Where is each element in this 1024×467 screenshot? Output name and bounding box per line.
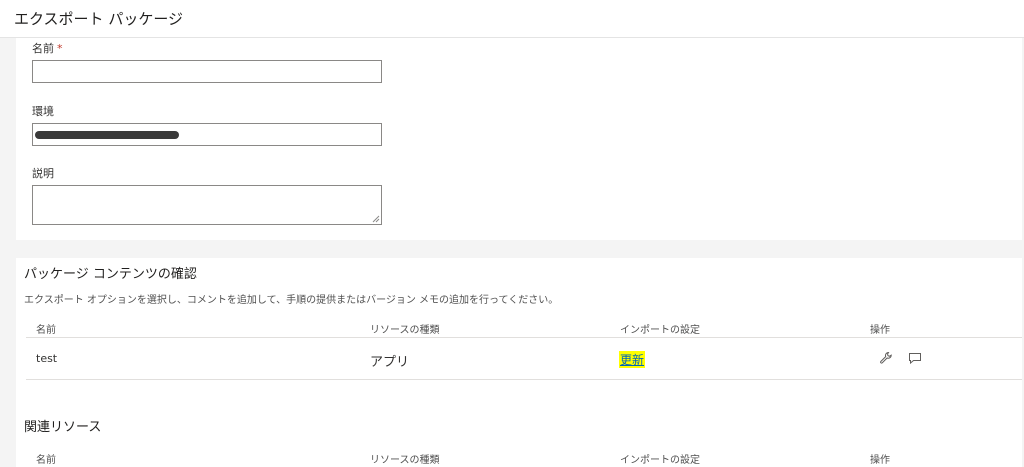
related-resources-title: 関連リソース xyxy=(24,420,102,435)
import-setting-link[interactable]: 更新 xyxy=(619,351,646,368)
description-field[interactable] xyxy=(32,185,382,225)
divider xyxy=(26,379,1022,380)
row-name: test xyxy=(36,352,58,365)
related-col-header-actions: 操作 xyxy=(870,455,890,466)
col-header-name: 名前 xyxy=(36,325,56,336)
name-field-box[interactable] xyxy=(32,60,382,83)
required-mark: * xyxy=(57,42,63,55)
related-col-header-name: 名前 xyxy=(36,455,56,466)
resize-grip-icon[interactable] xyxy=(372,215,380,223)
comment-icon[interactable] xyxy=(907,350,923,366)
wrench-icon[interactable] xyxy=(878,350,894,366)
name-field[interactable] xyxy=(33,62,381,83)
package-contents-section: パッケージ コンテンツの確認 エクスポート オプションを選択し、コメントを追加し… xyxy=(16,258,1022,467)
row-resource-type: アプリ xyxy=(370,355,410,370)
name-label-text: 名前 xyxy=(32,42,54,55)
col-header-actions: 操作 xyxy=(870,325,890,336)
package-contents-title: パッケージ コンテンツの確認 xyxy=(24,267,197,282)
package-contents-subtitle: エクスポート オプションを選択し、コメントを追加して、手順の提供またはバージョン… xyxy=(24,295,559,306)
package-form: 名前 * 環境 説明 xyxy=(16,38,1022,240)
col-header-resource-type: リソースの種類 xyxy=(370,325,440,336)
col-header-import-setting: インポートの設定 xyxy=(620,325,700,336)
page-title: エクスポート パッケージ xyxy=(14,10,184,28)
name-label: 名前 * xyxy=(32,40,63,56)
related-col-header-import-setting: インポートの設定 xyxy=(620,455,700,466)
related-col-header-resource-type: リソースの種類 xyxy=(370,455,440,466)
divider xyxy=(26,337,1022,338)
redacted-value xyxy=(35,131,179,139)
environment-field[interactable] xyxy=(32,123,382,146)
description-label: 説明 xyxy=(32,167,54,180)
environment-label: 環境 xyxy=(32,105,54,118)
header-bar: エクスポート パッケージ xyxy=(0,0,1024,38)
